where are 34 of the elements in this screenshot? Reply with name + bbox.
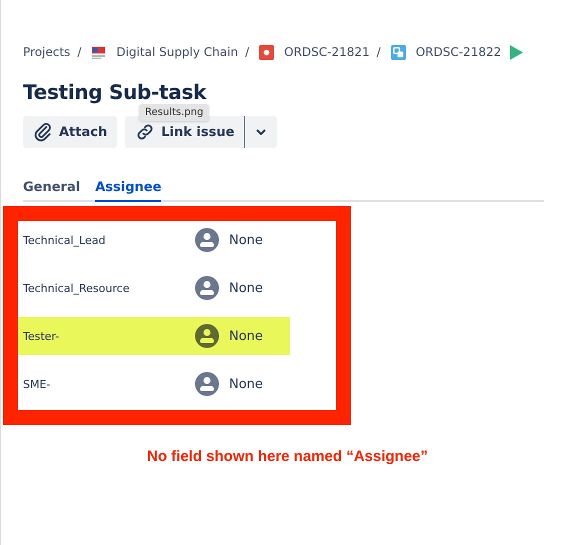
link-issue-button[interactable]: Link issue — [125, 116, 246, 148]
tab[interactable]: General — [23, 180, 80, 202]
paperclip-icon — [33, 122, 53, 142]
avatar-icon — [195, 276, 219, 300]
tab[interactable]: Assignee — [95, 180, 162, 202]
subtask-icon — [390, 44, 406, 60]
field-value: None — [229, 376, 263, 392]
field-label: Technical_Resource — [23, 282, 130, 294]
issue-title: Testing Sub-task — [23, 80, 208, 104]
breadcrumb-link[interactable]: ORDSC-21822 — [416, 45, 502, 59]
play-icon[interactable] — [510, 44, 524, 60]
avatar-icon — [195, 324, 219, 348]
breadcrumb-separator: / — [245, 45, 250, 59]
field-value: None — [229, 280, 263, 296]
breadcrumb-separator: / — [376, 45, 381, 59]
attach-button[interactable]: Attach — [23, 116, 118, 148]
field-value: None — [229, 232, 263, 248]
breadcrumb-separator: / — [77, 45, 82, 59]
breadcrumb-link[interactable]: ORDSC-21821 — [284, 45, 370, 59]
chevron-down-icon — [256, 129, 266, 135]
link-icon — [135, 122, 156, 142]
field-label: SME- — [23, 378, 52, 390]
field-label: Technical_Lead — [23, 234, 106, 246]
tooltip: Results.png — [139, 104, 210, 121]
annotation-text: No field shown here named “Assignee” — [147, 448, 429, 465]
breadcrumb-link[interactable]: Projects — [23, 45, 70, 59]
breadcrumb-link[interactable]: Digital Supply Chain — [116, 45, 238, 59]
avatar-icon — [195, 228, 219, 252]
more-button[interactable] — [245, 116, 278, 148]
field-value: None — [229, 328, 263, 344]
field-label: Tester- — [23, 330, 60, 342]
avatar-icon — [195, 372, 219, 396]
project-logo-icon — [91, 44, 106, 60]
bug-icon — [259, 44, 274, 60]
